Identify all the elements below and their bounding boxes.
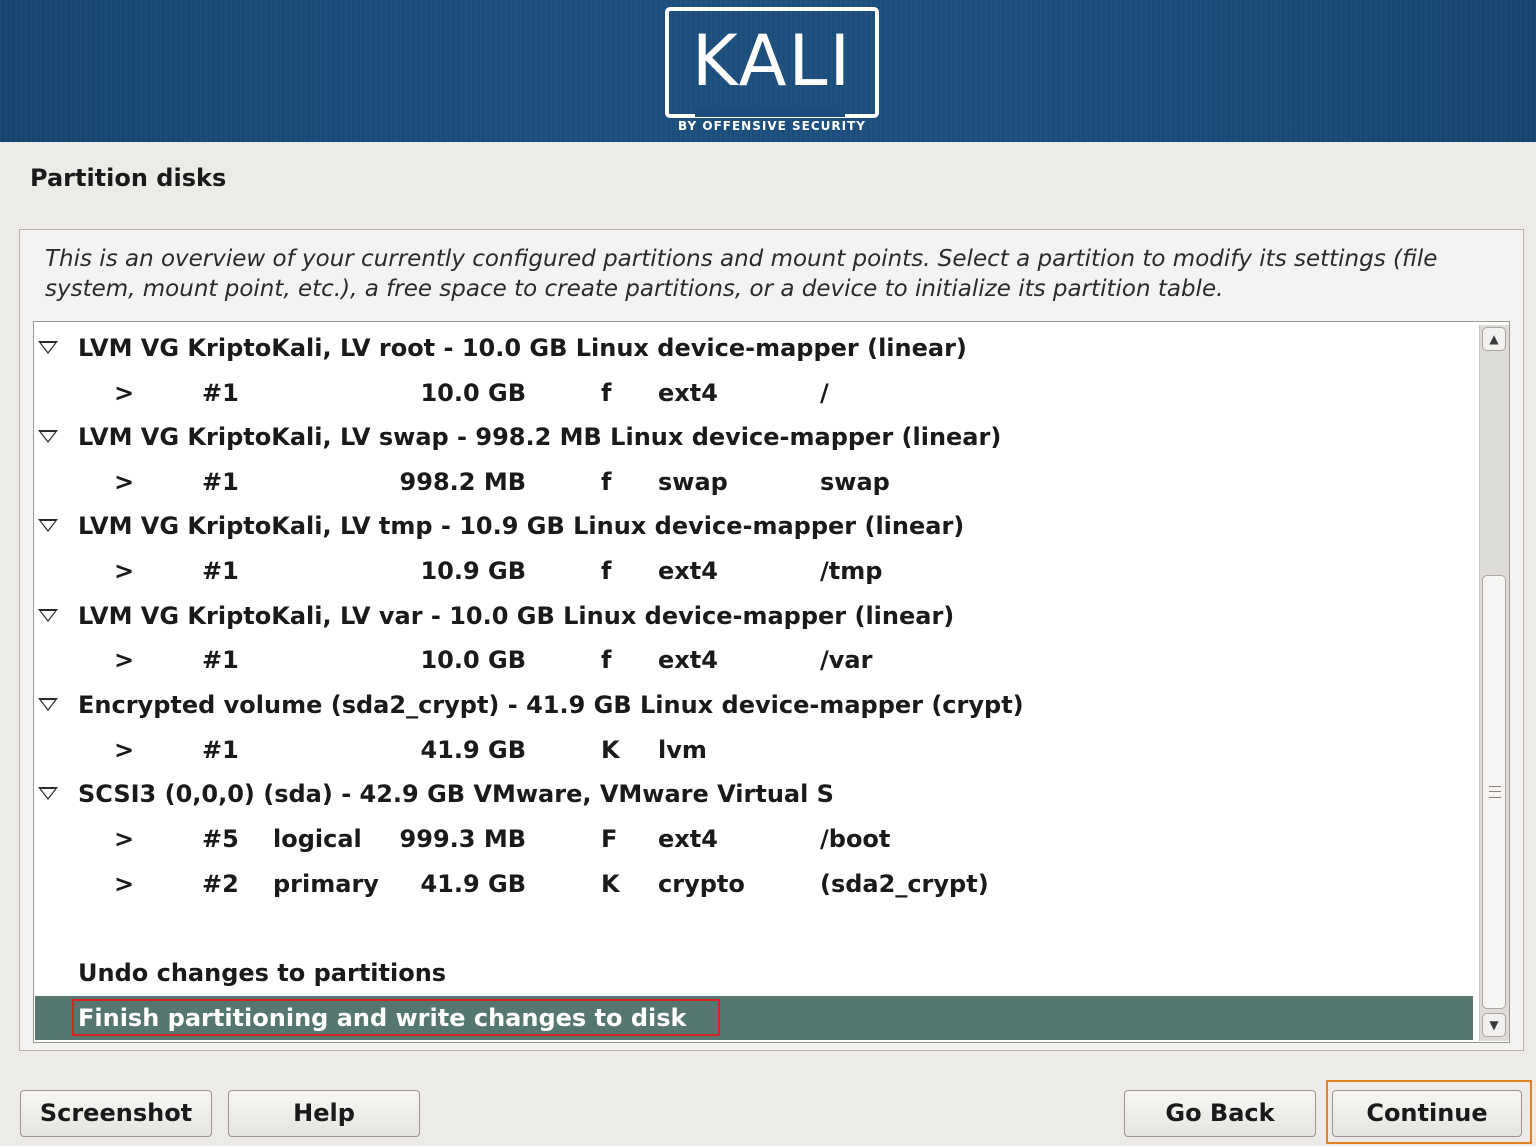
go-back-button[interactable]: Go Back <box>1124 1090 1316 1137</box>
partition-arrow-icon: > <box>114 870 135 898</box>
logo-text: KALI <box>691 20 853 102</box>
tree-group-header[interactable]: LVM VG KriptoKali, LV tmp - 10.9 GB Linu… <box>34 504 1474 548</box>
scroll-up-icon[interactable]: ▲ <box>1482 327 1506 351</box>
scroll-thumb[interactable] <box>1482 575 1506 1009</box>
partition-arrow-icon: > <box>114 646 135 674</box>
expand-triangle-icon[interactable] <box>38 787 58 800</box>
vertical-scrollbar[interactable]: ▲ ▼ <box>1479 325 1509 1041</box>
partition-row[interactable]: > #5 logical 999.3 MB F ext4 /boot <box>34 817 1474 861</box>
header-banner: KALI BY OFFENSIVE SECURITY <box>0 0 1536 142</box>
logo-subtitle: BY OFFENSIVE SECURITY <box>678 119 866 133</box>
tree-group-header[interactable]: LVM VG KriptoKali, LV root - 10.0 GB Lin… <box>34 326 1474 370</box>
continue-button[interactable]: Continue <box>1332 1090 1522 1137</box>
scroll-down-icon[interactable]: ▼ <box>1482 1013 1506 1037</box>
tree-group-header[interactable]: LVM VG KriptoKali, LV var - 10.0 GB Linu… <box>34 594 1474 638</box>
partition-row[interactable]: > #2 primary 41.9 GB K crypto (sda2_cryp… <box>34 862 1474 906</box>
partition-row[interactable]: > #1 10.9 GB f ext4 /tmp <box>34 549 1474 593</box>
tree-group-header[interactable]: SCSI3 (0,0,0) (sda) - 42.9 GB VMware, VM… <box>34 772 1474 816</box>
description-text: This is an overview of your currently co… <box>45 246 1438 302</box>
kali-logo: KALI BY OFFENSIVE SECURITY <box>665 7 880 142</box>
partition-arrow-icon: > <box>114 379 135 407</box>
partition-arrow-icon: > <box>114 736 135 764</box>
grip-icon <box>1489 786 1501 798</box>
partition-arrow-icon: > <box>114 825 135 853</box>
expand-triangle-icon[interactable] <box>38 698 58 711</box>
partition-row[interactable]: > #1 10.0 GB f ext4 / <box>34 371 1474 415</box>
partition-arrow-icon: > <box>114 468 135 496</box>
expand-triangle-icon[interactable] <box>38 430 58 443</box>
finish-partitioning-item[interactable]: Finish partitioning and write changes to… <box>35 996 1473 1040</box>
partition-arrow-icon: > <box>114 557 135 585</box>
partition-row[interactable]: > #1 998.2 MB f swap swap <box>34 460 1474 504</box>
tree-group-header[interactable]: LVM VG KriptoKali, LV swap - 998.2 MB Li… <box>34 415 1474 459</box>
partition-tree[interactable]: LVM VG KriptoKali, LV root - 10.0 GB Lin… <box>33 321 1510 1043</box>
expand-triangle-icon[interactable] <box>38 609 58 622</box>
help-button[interactable]: Help <box>228 1090 420 1137</box>
expand-triangle-icon[interactable] <box>38 341 58 354</box>
partition-row[interactable]: > #1 41.9 GB K lvm <box>34 728 1474 772</box>
tree-group-header[interactable]: Encrypted volume (sda2_crypt) - 41.9 GB … <box>34 683 1474 727</box>
expand-triangle-icon[interactable] <box>38 519 58 532</box>
undo-changes-item[interactable]: Undo changes to partitions <box>34 951 1474 995</box>
page-title: Partition disks <box>30 164 227 192</box>
screenshot-button[interactable]: Screenshot <box>20 1090 212 1137</box>
partition-row[interactable]: > #1 10.0 GB f ext4 /var <box>34 638 1474 682</box>
